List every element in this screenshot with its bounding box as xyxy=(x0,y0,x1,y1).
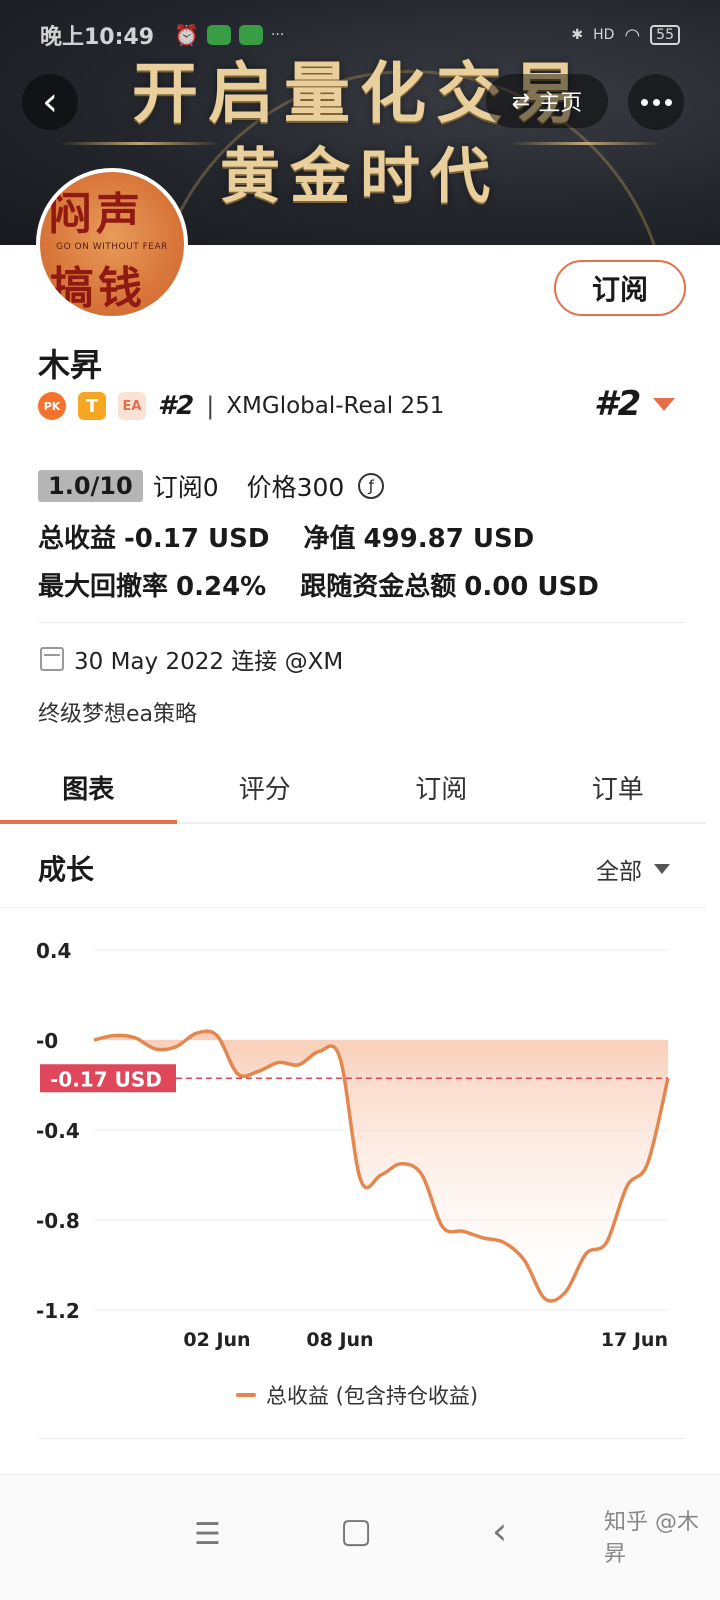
wifi-icon: ◠ xyxy=(624,24,641,46)
battery-icon: 55 xyxy=(650,25,680,45)
more-notifications-icon: ··· xyxy=(270,27,285,43)
version-badge: 1.0/10 xyxy=(38,470,143,502)
stats-row-1: 1.0/10 订阅0 价格300 ƒ xyxy=(38,466,385,506)
strategy-description: 终级梦想ea策略 xyxy=(38,702,198,727)
subscriber-count: 订阅0 xyxy=(152,473,219,502)
tab-chart[interactable]: 图表 xyxy=(0,752,177,824)
legend-label: 总收益 (包含持仓收益) xyxy=(266,1384,479,1408)
tab-orders[interactable]: 订单 xyxy=(530,752,707,822)
hd-icon: HD xyxy=(593,27,615,43)
growth-title: 成长 xyxy=(38,853,95,886)
y-tick-label: -0 xyxy=(36,1029,58,1053)
status-bar: 晚上10:49 ⏰ ··· ✱ HD ◠ 55 xyxy=(40,18,680,52)
x-tick-label: 17 Jun xyxy=(601,1329,668,1351)
status-time: 晚上10:49 xyxy=(40,25,155,50)
total-profit-value: -0.17 USD xyxy=(124,524,270,554)
connection-date: 30 May 2022 连接 @XM xyxy=(74,649,344,675)
trader-name: 木昇 xyxy=(38,346,103,384)
calendar-icon xyxy=(40,647,64,671)
y-tick-label: 0.4 xyxy=(36,939,71,963)
range-selector-label: 全部 xyxy=(596,859,642,885)
legend-swatch xyxy=(236,1393,256,1397)
divider xyxy=(38,622,686,623)
separator: | xyxy=(206,392,215,420)
home-button[interactable]: ⇄ 主页 xyxy=(486,74,608,128)
x-tick-label: 02 Jun xyxy=(183,1329,250,1351)
y-tick-label: -0.8 xyxy=(36,1209,80,1233)
chart-legend: 总收益 (包含持仓收益) xyxy=(236,1380,478,1410)
tab-subscribe[interactable]: 订阅 xyxy=(353,752,530,822)
back-chevron-icon[interactable]: ‹ xyxy=(492,1509,507,1553)
stats-row-2: 总收益 -0.17 USD 净值 499.87 USD xyxy=(38,518,534,555)
rank-dropdown-label: #2 xyxy=(594,384,642,424)
tab-bar: 图表 评分 订阅 订单 xyxy=(0,752,706,824)
back-button[interactable]: ‹ xyxy=(22,74,78,130)
watermark: 知乎 @木昇 xyxy=(604,1510,699,1567)
home-button-label: 主页 xyxy=(538,91,583,116)
tab-rating[interactable]: 评分 xyxy=(177,752,354,822)
avatar-text-top: 闷声 xyxy=(48,189,144,240)
rank-label: #2 xyxy=(158,391,195,421)
menu-icon[interactable]: ☰ xyxy=(194,1517,221,1552)
growth-chart[interactable]: 0.4 -0 -0.4 -0.8 -1.2 -0.17 USD 02 Jun 08 Jun 17… xyxy=(0,920,706,1380)
equity-value: 499.87 USD xyxy=(363,524,535,554)
rank-dropdown[interactable]: #2 xyxy=(594,384,676,424)
server-name: XMGlobal-Real 251 xyxy=(226,393,445,419)
connection-info: 30 May 2022 连接 @XM xyxy=(40,642,343,676)
stats-row-3: 最大回撤率 0.24% 跟随资金总额 0.00 USD xyxy=(38,566,599,603)
ea-badge-icon: EA xyxy=(118,392,146,420)
x-tick-label: 08 Jun xyxy=(306,1329,373,1351)
t-badge-icon: T xyxy=(78,392,106,420)
price-label: 价格300 xyxy=(246,473,345,502)
equity-label: 净值 xyxy=(303,524,356,554)
drawdown-value: 0.24% xyxy=(176,572,267,602)
bluetooth-icon: ✱ xyxy=(571,27,584,43)
chevron-left-icon: ‹ xyxy=(42,79,58,125)
caret-down-icon xyxy=(654,864,670,874)
range-selector[interactable]: 全部 xyxy=(596,852,670,886)
follow-funds-label: 跟随资金总额 xyxy=(300,572,457,602)
home-square-icon[interactable]: ▢ xyxy=(340,1511,372,1551)
coin-icon: ƒ xyxy=(358,473,385,499)
current-value-label: -0.17 USD xyxy=(50,1067,162,1091)
more-button[interactable] xyxy=(628,74,684,130)
banner-title-line1: 开启量化交易 xyxy=(132,55,588,132)
more-dot-icon xyxy=(652,98,660,106)
y-tick-label: -0.4 xyxy=(36,1119,80,1143)
more-dot-icon xyxy=(640,98,648,106)
caret-down-icon xyxy=(653,397,676,411)
avatar-subtext: GO ON WITHOUT FEAR xyxy=(56,242,168,252)
divider xyxy=(38,1438,686,1439)
total-profit-label: 总收益 xyxy=(38,524,117,554)
badge-row: PK T EA #2 | XMGlobal-Real 251 xyxy=(38,388,444,424)
alarm-icon: ⏰ xyxy=(174,23,199,47)
follow-funds-value: 0.00 USD xyxy=(464,572,599,602)
swap-icon: ⇄ xyxy=(511,88,531,114)
avatar-text-bottom: 搞钱 xyxy=(50,263,146,314)
wechat-icon xyxy=(206,25,231,45)
pk-badge-icon: PK xyxy=(38,392,66,420)
drawdown-label: 最大回撤率 xyxy=(38,572,169,602)
more-dot-icon xyxy=(664,98,672,106)
subscribe-button[interactable]: 订阅 xyxy=(554,260,686,316)
avatar[interactable]: 闷声 GO ON WITHOUT FEAR 搞钱 xyxy=(36,168,188,320)
y-tick-label: -1.2 xyxy=(36,1299,80,1323)
wechat-icon-2 xyxy=(238,25,263,45)
